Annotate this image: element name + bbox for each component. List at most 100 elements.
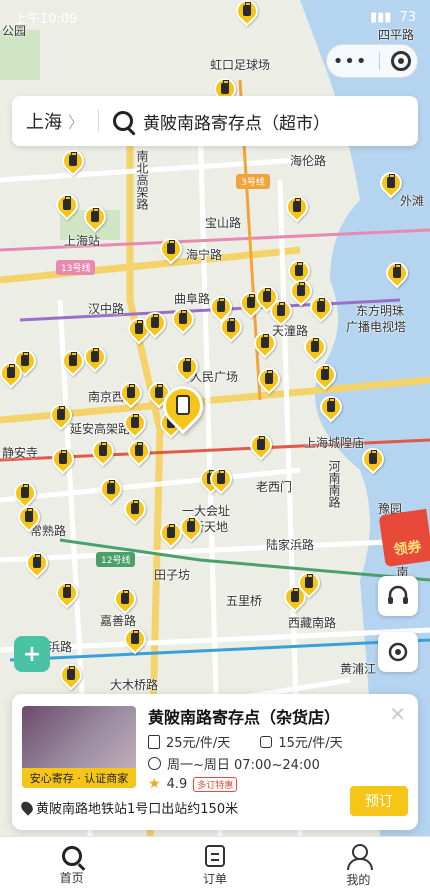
more-icon[interactable]: ••• (333, 51, 368, 72)
storage-pin[interactable] (51, 189, 83, 224)
luggage-icon (155, 384, 163, 398)
storage-pin[interactable] (357, 443, 389, 478)
map-label: 浜路 (48, 640, 73, 654)
luggage-icon (305, 574, 313, 588)
search-bar[interactable]: 上海 〉 黄陂南路寄存点（超市） (12, 96, 418, 146)
shield-icon[interactable]: + (14, 636, 50, 672)
map-label: 五里桥 (226, 594, 263, 608)
luggage-icon (221, 80, 229, 94)
close-mini-program-icon[interactable] (391, 51, 412, 71)
luggage-icon (227, 318, 235, 332)
storage-pin[interactable] (109, 583, 141, 618)
luggage-icon (369, 450, 377, 464)
luggage-icon (167, 240, 175, 254)
storage-pin[interactable] (87, 435, 119, 470)
star-icon: ★ (148, 776, 161, 792)
storage-pin[interactable] (115, 377, 147, 412)
search-input[interactable]: 黄陂南路寄存点（超市） (143, 109, 330, 134)
storage-pin[interactable] (57, 345, 89, 380)
suitcase-icon (148, 734, 160, 749)
storage-pin[interactable] (21, 547, 53, 582)
price-box: 25元/件/天 (166, 736, 231, 751)
luggage-icon (297, 282, 305, 296)
status-time: 上午10:09 (14, 11, 78, 27)
selected-storage-pin[interactable] (154, 377, 212, 446)
close-icon[interactable]: ✕ (389, 702, 406, 726)
storage-pin[interactable] (79, 341, 111, 376)
storage-pin[interactable] (315, 391, 347, 426)
storage-pin[interactable] (0, 357, 27, 392)
storage-pin[interactable] (171, 351, 203, 386)
storage-pin[interactable] (281, 191, 313, 226)
storage-pin[interactable] (175, 511, 207, 546)
map-label: 广播电视塔 (346, 320, 407, 334)
map-label: 东方明珠 (356, 304, 405, 318)
storage-pin[interactable] (45, 399, 77, 434)
order-icon (204, 844, 225, 867)
luggage-icon (69, 152, 77, 166)
tab-orders[interactable]: 订单 (143, 837, 286, 894)
map-label: 海伦路 (290, 154, 327, 168)
luggage-icon (179, 310, 187, 324)
storage-pin[interactable] (55, 659, 87, 694)
storage-pin[interactable] (309, 359, 341, 394)
storage-pin[interactable] (205, 463, 237, 498)
luggage-icon (63, 196, 71, 210)
storage-pin[interactable] (253, 363, 285, 398)
storage-pin[interactable] (47, 443, 79, 478)
signal-icon: ▮▮▮ (369, 9, 392, 25)
storage-pin[interactable] (245, 429, 277, 464)
storage-pin[interactable] (123, 435, 155, 470)
storage-card[interactable]: 安心寄存 · 认证商家 黄陂南路寄存点（杂货店） ✕ 25元/件/天 15元/件… (12, 694, 418, 830)
rating-row: ★ 4.9 多订特惠 (148, 776, 238, 792)
storage-pin[interactable] (57, 145, 89, 180)
storage-pin[interactable] (119, 493, 151, 528)
luggage-icon (107, 480, 115, 494)
storage-pin[interactable] (51, 577, 83, 612)
address-row: 黄陂南路地铁站1号口出站约150米 (18, 798, 238, 817)
luggage-icon (33, 554, 41, 568)
storage-pin[interactable] (155, 233, 187, 268)
locate-button[interactable] (378, 632, 418, 672)
customer-service-button[interactable] (378, 576, 418, 616)
storage-pin[interactable] (119, 407, 151, 442)
storage-pin[interactable] (249, 327, 281, 362)
tab-home[interactable]: 首页 (0, 837, 143, 894)
locate-icon (388, 642, 408, 662)
storage-pin[interactable] (167, 303, 199, 338)
storage-pin[interactable] (293, 567, 325, 602)
luggage-icon (257, 436, 265, 450)
luggage-icon (327, 398, 335, 412)
storage-pin[interactable] (139, 307, 171, 342)
storage-pin[interactable] (265, 295, 297, 330)
map-label: 延安高架路 (70, 422, 131, 436)
luggage-icon (167, 524, 175, 538)
tab-label: 首页 (59, 870, 84, 885)
storage-pin[interactable] (79, 201, 111, 236)
storage-pin[interactable] (13, 501, 45, 536)
storage-pin[interactable] (375, 167, 407, 202)
storage-pin[interactable] (119, 623, 151, 658)
book-button[interactable]: 预订 (350, 786, 408, 816)
storage-pin[interactable] (305, 291, 337, 326)
storage-pin[interactable] (95, 473, 127, 508)
storage-pin[interactable] (215, 311, 247, 346)
tab-profile[interactable]: 我的 (287, 837, 430, 894)
luggage-icon (99, 442, 107, 456)
storage-pin[interactable] (299, 331, 331, 366)
luggage-icon (265, 370, 273, 384)
map-label: 黄浦江 (340, 662, 377, 676)
luggage-icon (217, 470, 225, 484)
map-label: 宝山路 (205, 216, 242, 230)
certified-badge: 安心寄存 · 认证商家 (22, 768, 136, 788)
luggage-icon (261, 334, 269, 348)
battery-level: 73 (399, 9, 416, 25)
city-selector[interactable]: 上海 〉 (26, 108, 84, 134)
luggage-icon (176, 395, 190, 415)
map-label: 曲阜路 (174, 292, 211, 306)
map-label: 海宁路 (186, 248, 223, 262)
coupon-button[interactable]: 领券 (378, 508, 430, 568)
storage-pin[interactable] (381, 257, 413, 292)
luggage-icon (151, 314, 159, 328)
luggage-icon (21, 352, 29, 366)
